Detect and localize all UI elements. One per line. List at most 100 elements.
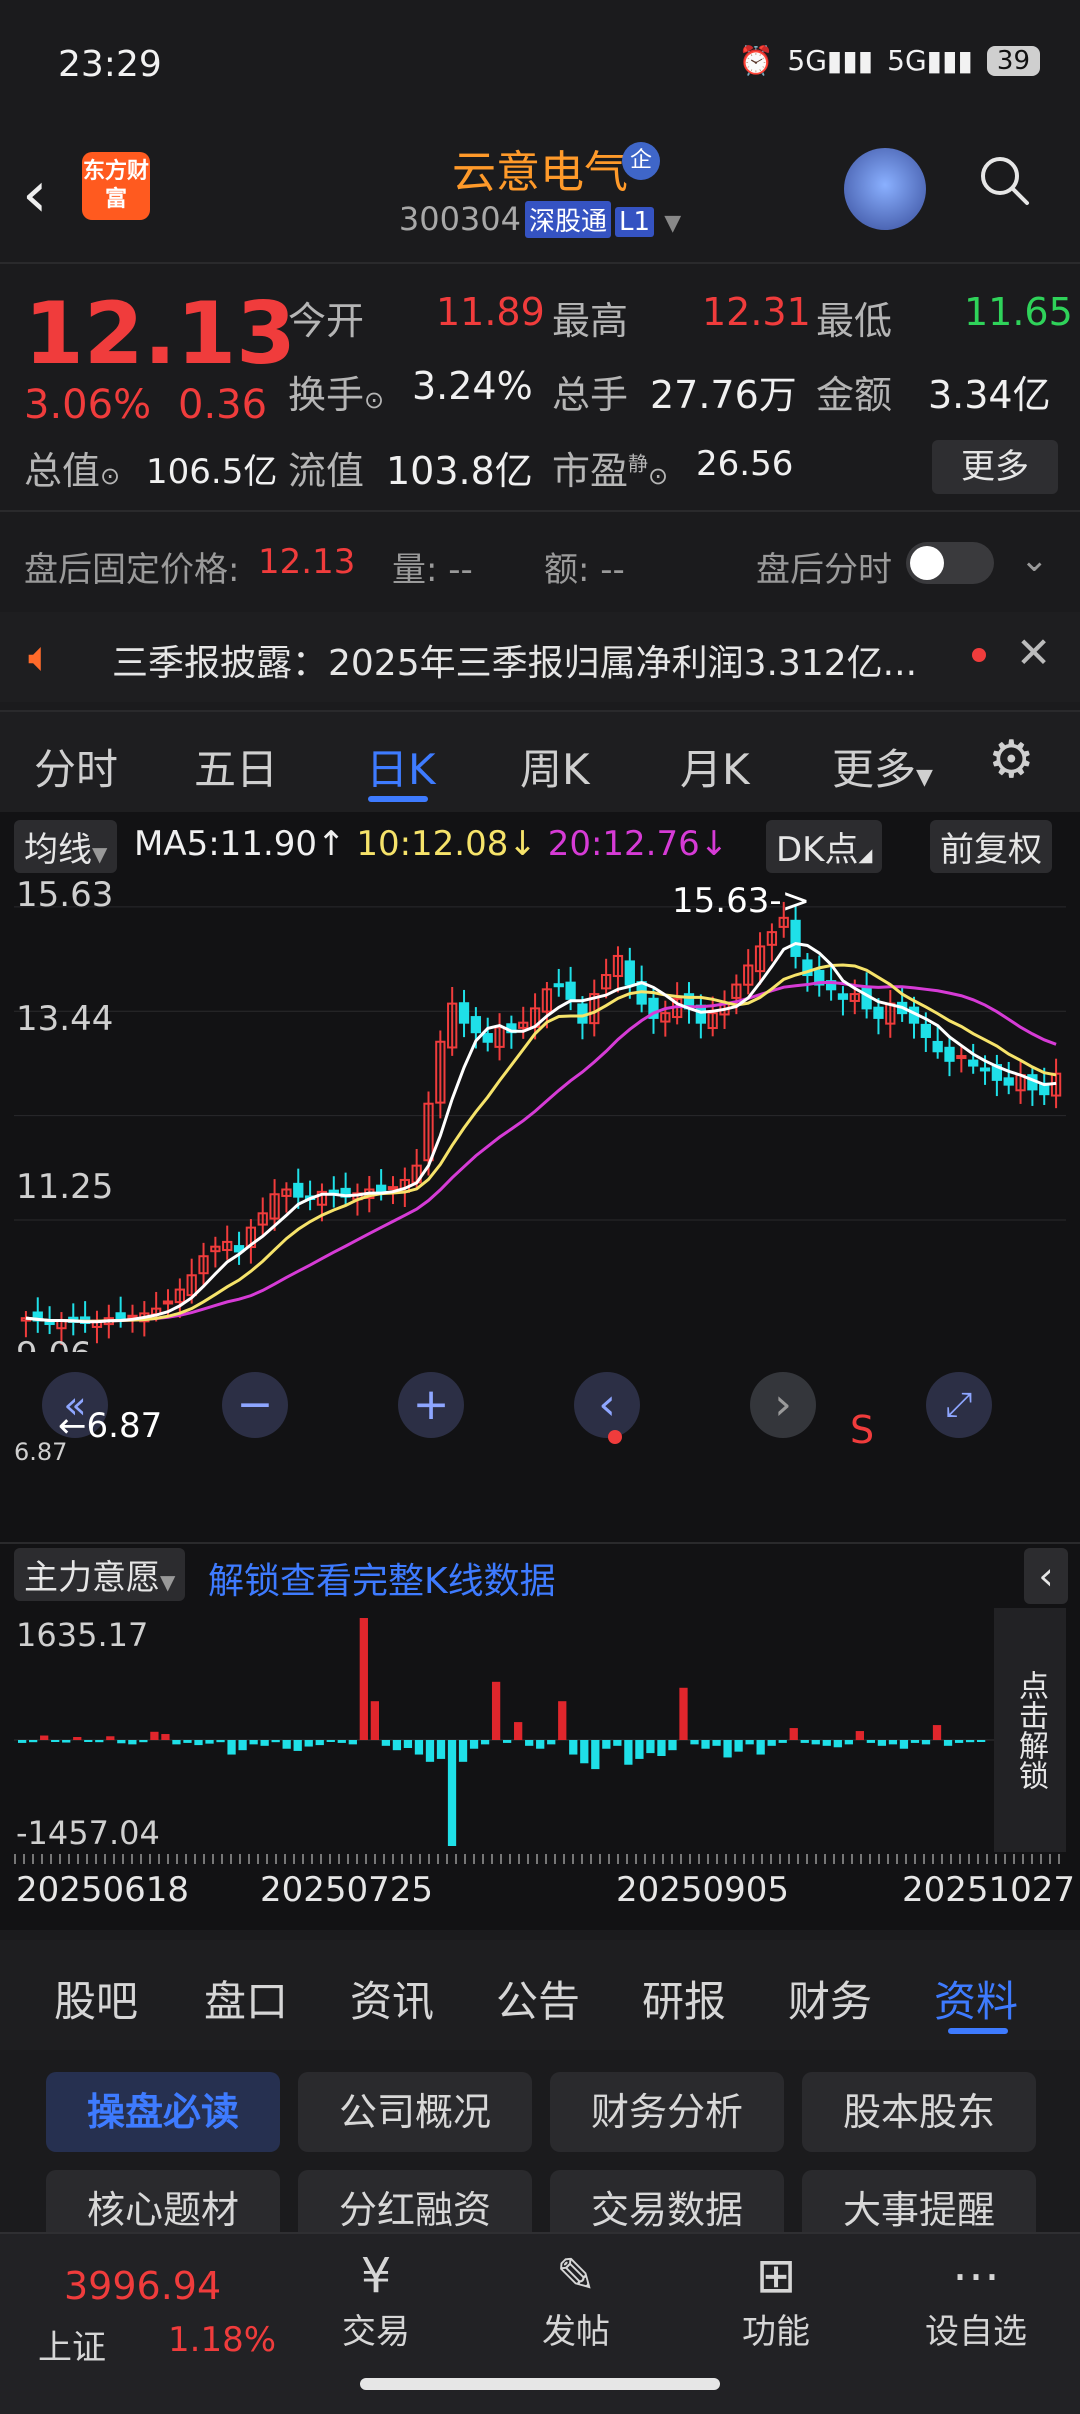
sub-bar [403, 1740, 413, 1749]
current-price: 12.13 [24, 284, 297, 384]
ma-legend: MA5:11.90↑ 10:12.08↓ 20:12.76↓ [134, 824, 728, 864]
announcement-bar[interactable]: 🔈︎ 三季报披露：2025年三季报归属净利润3.312亿... ✕ [0, 612, 1080, 702]
robot-assistant-icon[interactable] [844, 148, 926, 230]
nav-trade-label: 交易 [342, 2312, 410, 2352]
sub-indicator-canvas[interactable]: 1635.17 -1457.04 [14, 1610, 994, 1850]
sub-bar [172, 1740, 181, 1745]
amount-label: 金额 [816, 373, 893, 417]
sub-bar [844, 1740, 853, 1745]
dk-point-button[interactable]: DK点◢ [766, 820, 883, 873]
after-hours-toggle[interactable] [906, 542, 994, 584]
candle-body [979, 1067, 991, 1072]
gear-icon[interactable]: ⚙ [988, 730, 1035, 790]
info-icon: ⊙ [364, 386, 385, 414]
index-name: 上证 [38, 2328, 106, 2368]
info-icon: ⊙ [100, 462, 121, 490]
zoom-in-icon[interactable]: + [398, 1372, 464, 1438]
info-icon: ⊙ [648, 462, 669, 490]
y-tick-2: 13.44 [16, 999, 113, 1039]
nav-post[interactable]: ✎ 发帖 [496, 2248, 656, 2378]
date-label-1: 20250618 [16, 1870, 190, 1910]
active-tab-indicator [368, 796, 428, 802]
index-ticker[interactable]: 3996.94 上证 1.18% [0, 2234, 276, 2374]
corp-badge: 企 [622, 142, 660, 180]
sub-bar [62, 1740, 71, 1743]
more-quote-button[interactable]: 更多 [932, 440, 1058, 494]
sub-bar [425, 1740, 435, 1762]
ma20-line [25, 980, 1057, 1323]
shortcut-must-read[interactable]: 操盘必读 [46, 2072, 280, 2152]
sub-indicator-select[interactable]: 主力意愿▼ [14, 1548, 186, 1601]
tab-monthly-k[interactable]: 月K [680, 736, 750, 797]
candle-body [482, 1033, 493, 1043]
tab-daily-k[interactable]: 日K [366, 736, 436, 797]
sub-bar [789, 1728, 798, 1740]
nav-functions[interactable]: ⊞ 功能 [696, 2248, 856, 2378]
indicator-select[interactable]: 均线▼ [14, 820, 118, 873]
candle-body [162, 1300, 174, 1305]
sub-bar [921, 1740, 931, 1745]
search-icon[interactable] [978, 154, 1030, 206]
tab-research[interactable]: 研报 [642, 1968, 726, 2029]
shortcut-financial-analysis[interactable]: 财务分析 [550, 2072, 784, 2152]
arrow-down-icon: ↓ [699, 824, 729, 864]
candle-body [376, 1184, 387, 1193]
sub-bar [877, 1740, 887, 1746]
shortcut-shareholders[interactable]: 股本股东 [802, 2072, 1036, 2152]
sub-bar [503, 1740, 512, 1743]
candle-body [470, 1016, 482, 1034]
sub-bar [249, 1740, 258, 1745]
nav-add-watchlist[interactable]: ⋯ 设自选 [896, 2248, 1056, 2378]
sub-bar [194, 1740, 203, 1746]
fullscreen-icon[interactable]: ⤢ [926, 1372, 992, 1438]
tab-timeshare[interactable]: 分时 [34, 736, 118, 797]
step-forward-icon[interactable]: › [750, 1372, 816, 1438]
high-value: 12.31 [702, 290, 811, 334]
nav-trade[interactable]: ¥ 交易 [296, 2248, 456, 2378]
candle-body [293, 1182, 304, 1198]
chevron-down-icon[interactable]: ⌄ [1020, 540, 1049, 580]
sub-bar [756, 1740, 765, 1755]
grid-icon: ⊞ [755, 2248, 797, 2304]
step-back-icon[interactable]: ‹ [574, 1372, 640, 1438]
tab-announcements[interactable]: 公告 [496, 1968, 580, 2029]
edit-icon: ✎ [555, 2248, 597, 2304]
tab-more[interactable]: 更多▼ [832, 736, 933, 797]
candle-body [565, 981, 576, 1000]
signal-icon-2: 5G▮▮▮ [887, 44, 973, 77]
sub-bar [866, 1740, 876, 1743]
side-unlock-button[interactable]: 点击解锁 [994, 1608, 1066, 1852]
sub-bar [976, 1740, 986, 1742]
kline-chart-panel: 均线▼ MA5:11.90↑ 10:12.08↓ 20:12.76↓ DK点◢ … [0, 812, 1080, 1930]
tab-weekly-k[interactable]: 周K [520, 736, 590, 797]
kline-canvas[interactable]: 15.63 13.44 11.25 9.06 15.63-> [14, 872, 1066, 1352]
alarm-icon: ⏰ [738, 44, 774, 77]
stock-code: 300304 [398, 200, 521, 238]
unlock-kline-link[interactable]: 解锁查看完整K线数据 [208, 1552, 556, 1604]
open-label: 今开 [288, 299, 365, 343]
sub-bar [491, 1681, 501, 1740]
chevron-down-icon: ▼ [664, 211, 682, 236]
tab-profile[interactable]: 资料 [934, 1968, 1018, 2029]
zoom-out-icon[interactable]: − [222, 1372, 288, 1438]
collapse-icon[interactable]: ‹ [1024, 1548, 1068, 1604]
sub-bar [767, 1740, 776, 1746]
sub-bar [436, 1740, 446, 1759]
date-label-4: 20251027 [902, 1870, 1076, 1910]
after-hours-timeshare-label: 盘后分时 [756, 550, 892, 590]
tab-news[interactable]: 资讯 [350, 1968, 434, 2029]
candle-body [956, 1055, 967, 1060]
tab-finance[interactable]: 财务 [788, 1968, 872, 2029]
sub-bar [18, 1740, 27, 1743]
close-icon[interactable]: ✕ [1016, 628, 1051, 677]
adjust-button[interactable]: 前复权 [930, 820, 1052, 873]
tab-five-day[interactable]: 五日 [194, 736, 278, 797]
sub-bar [734, 1740, 743, 1752]
home-indicator[interactable] [360, 2378, 720, 2390]
sub-bar [84, 1740, 93, 1742]
shortcut-company-overview[interactable]: 公司概况 [298, 2072, 532, 2152]
tab-order-book[interactable]: 盘口 [204, 1968, 288, 2029]
sub-bar [51, 1740, 60, 1742]
sub-bar [117, 1740, 126, 1744]
tab-forum[interactable]: 股吧 [54, 1968, 138, 2029]
